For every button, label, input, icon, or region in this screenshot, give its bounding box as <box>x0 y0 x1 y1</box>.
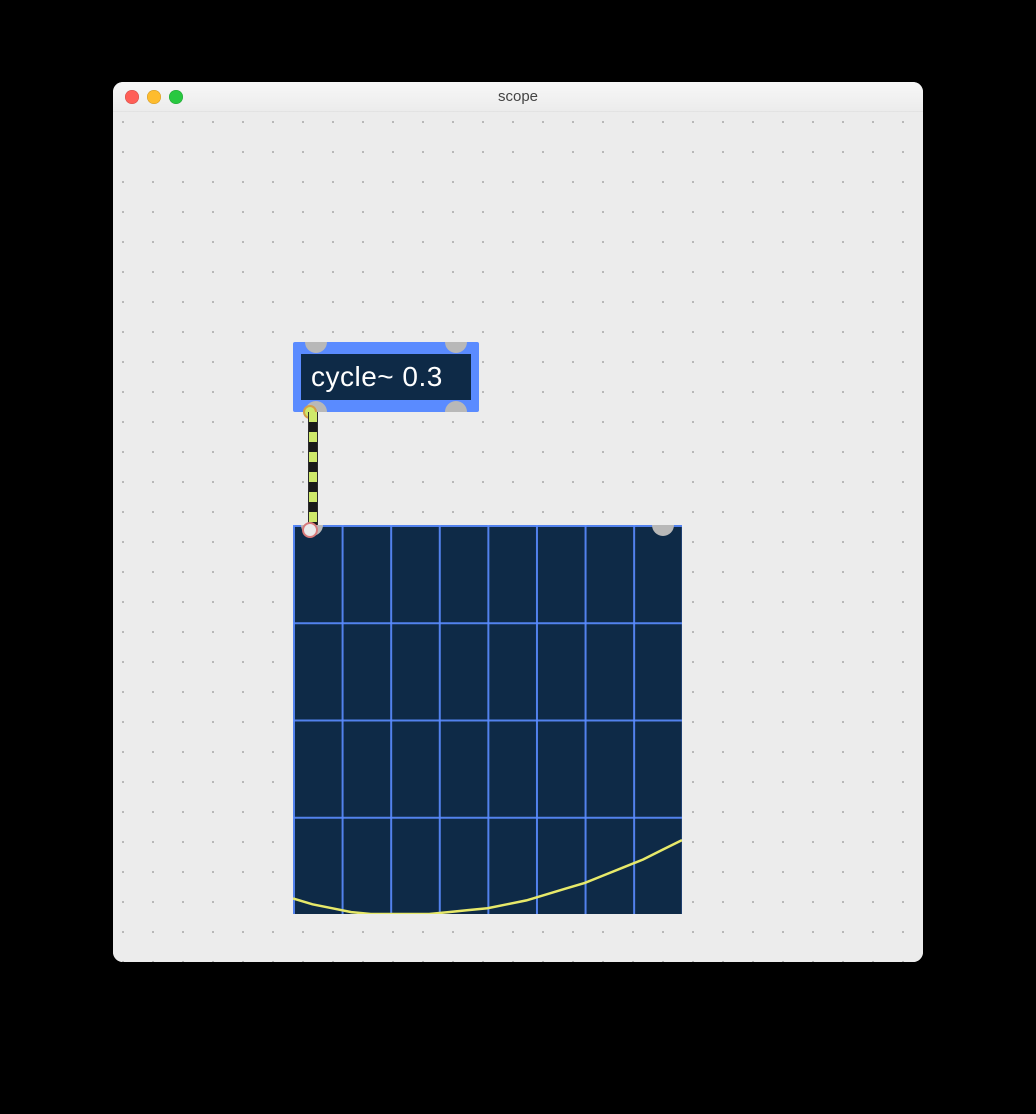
inlet-ring-icon[interactable] <box>302 522 318 538</box>
close-icon[interactable] <box>125 90 139 104</box>
scope-waveform <box>293 525 682 914</box>
app-window: scope cycle~ 0.3 <box>113 82 923 962</box>
object-cycle[interactable]: cycle~ 0.3 <box>293 342 479 412</box>
traffic-lights <box>113 90 183 104</box>
object-body[interactable]: cycle~ 0.3 <box>301 354 471 400</box>
inlet-port-icon[interactable] <box>305 342 327 353</box>
object-scope[interactable] <box>293 525 682 914</box>
patch-cord[interactable] <box>308 412 318 532</box>
zoom-icon[interactable] <box>169 90 183 104</box>
minimize-icon[interactable] <box>147 90 161 104</box>
titlebar[interactable]: scope <box>113 82 923 112</box>
patcher-canvas[interactable]: cycle~ 0.3 <box>113 112 923 962</box>
inlet-port-icon[interactable] <box>445 342 467 353</box>
window-title: scope <box>113 88 923 105</box>
outlet-port-icon[interactable] <box>445 401 467 412</box>
object-text: cycle~ 0.3 <box>311 361 443 393</box>
